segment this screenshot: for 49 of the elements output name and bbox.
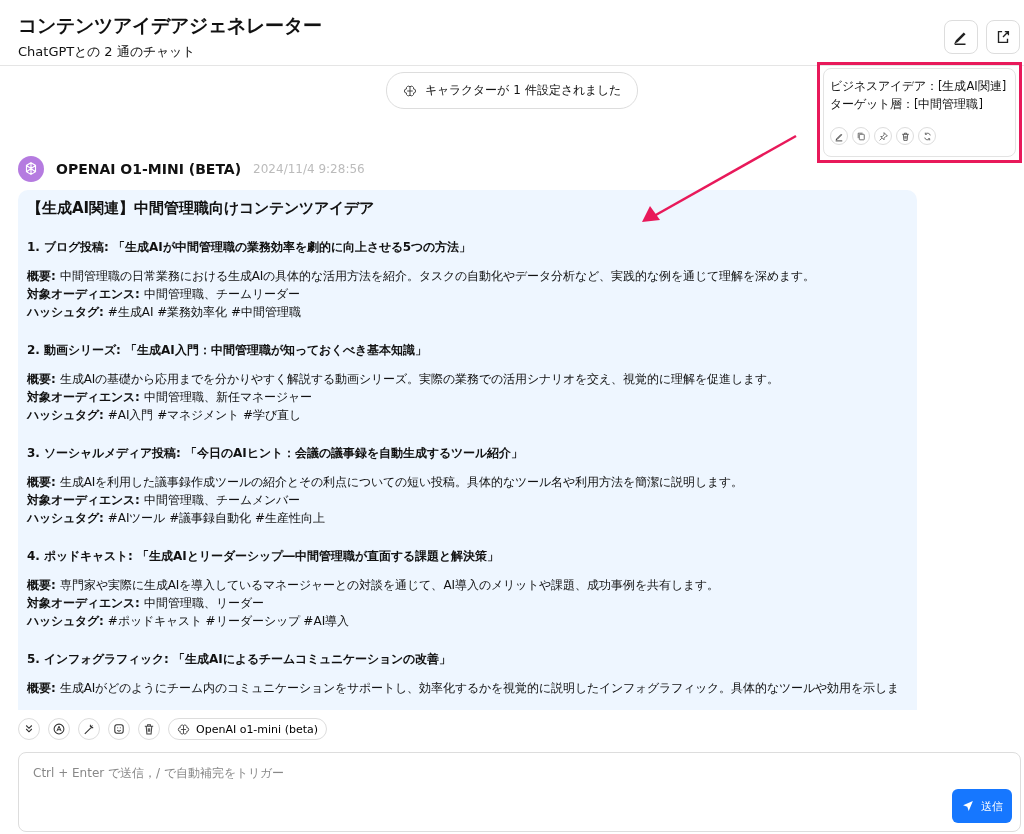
idea-detail: ハッシュタグ: #AI入門 #マネジメント #学び直し — [27, 407, 303, 424]
message-time: 2024/11/4 9:28:56 — [253, 162, 365, 176]
pin-button[interactable] — [874, 127, 892, 145]
delete-button[interactable] — [896, 127, 914, 145]
idea-detail: 概要: 生成AIを利用した議事録作成ツールの紹介とその利点についての短い投稿。具体的なツール名や利用方法を簡潔に説明します。 — [27, 474, 745, 491]
trash-icon — [899, 130, 911, 142]
message-title: 【生成AI関連】中間管理職向けコンテンツアイデア — [27, 198, 376, 218]
idea-detail: 対象オーディエンス: 中間管理職、チームメンバー — [27, 492, 301, 509]
idea-heading: 2. 動画シリーズ: 「生成AI入門：中間管理職が知っておくべき基本知識」 — [27, 342, 428, 359]
magic-wand-icon — [82, 722, 96, 736]
letter-a-icon — [52, 722, 66, 736]
idea-heading: 4. ポッドキャスト: 「生成AIとリーダーシップ―中間管理職が直面する課題と解決策」 — [27, 548, 500, 565]
idea-detail: 対象オーディエンス: 中間管理職、チームリーダー — [27, 286, 301, 303]
idea-detail: 概要: 中間管理職の日常業務における生成AIの具体的な活用方法を紹介。タスクの自動化やデータ分析など、実践的な例を通じて理解を深めます。 — [27, 268, 817, 285]
note-text: ターゲット層：[中間管理職] — [830, 96, 983, 113]
trash-icon — [142, 722, 156, 736]
message-input[interactable]: Ctrl + Enter で送信，/ で自動補完をトリガー 送信 — [18, 752, 1021, 832]
chat-subtitle: ChatGPTとの 2 通のチャット — [18, 42, 196, 61]
refresh-icon — [921, 130, 933, 142]
send-button[interactable]: 送信 — [952, 789, 1012, 823]
idea-detail: 概要: 生成AIの基礎から応用までを分かりやすく解説する動画シリーズ。実際の業務での活用シナリオを交え、視覚的に理解を促進します。 — [27, 371, 781, 388]
translate-button[interactable] — [48, 718, 70, 740]
idea-detail: 概要: 生成AIがどのようにチーム内のコミュニケーションをサポートし、効率化するかを視覚的に説明したインフォグラフィック。具体的なツールや効用を示しま — [27, 680, 901, 697]
regenerate-button[interactable] — [918, 127, 936, 145]
notice-text: キャラクターが 1 件設定されました — [425, 82, 621, 99]
note-text: ビジネスアイデア：[生成AI関連] — [830, 78, 1007, 95]
chat-title: コンテンツアイデアジェネレーター — [18, 12, 322, 38]
sender-name: OPENAI O1-MINI (BETA) — [56, 161, 242, 177]
clear-button[interactable] — [138, 718, 160, 740]
idea-detail: ハッシュタグ: #AIツール #議事録自動化 #生産性向上 — [27, 510, 327, 527]
idea-heading: 5. インフォグラフィック: 「生成AIによるチームコミュニケーションの改善」 — [27, 651, 452, 668]
idea-heading: 3. ソーシャルメディア投稿: 「今日のAIヒント：会議の議事録を自動生成するツール紹介」 — [27, 445, 524, 462]
copy-button[interactable] — [852, 127, 870, 145]
face-icon — [112, 722, 126, 736]
copy-icon — [855, 130, 867, 142]
idea-detail: 対象オーディエンス: 中間管理職、リーダー — [27, 595, 265, 612]
pin-icon — [877, 130, 889, 142]
character-button[interactable] — [108, 718, 130, 740]
idea-heading: 1. ブログ投稿: 「生成AIが中間管理職の業務効率を劇的に向上させる5つの方法」 — [27, 239, 473, 256]
idea-detail: 概要: 専門家や実際に生成AIを導入しているマネージャーとの対談を通じて、AI導入のメリットや課題、成功事例を共有します。 — [27, 577, 721, 594]
scroll-down-button[interactable] — [18, 718, 40, 740]
idea-detail: 対象オーディエンス: 中間管理職、新任マネージャー — [27, 389, 313, 406]
send-icon — [961, 799, 975, 813]
idea-detail: ハッシュタグ: #生成AI #業務効率化 #中間管理職 — [27, 304, 303, 321]
magic-button[interactable] — [78, 718, 100, 740]
model-selector[interactable]: OpenAI o1-mini (beta) — [168, 718, 328, 740]
share-button[interactable] — [986, 19, 1020, 54]
idea-detail: ハッシュタグ: #ポッドキャスト #リーダーシップ #AI導入 — [27, 613, 351, 630]
edit-button[interactable] — [944, 19, 978, 54]
